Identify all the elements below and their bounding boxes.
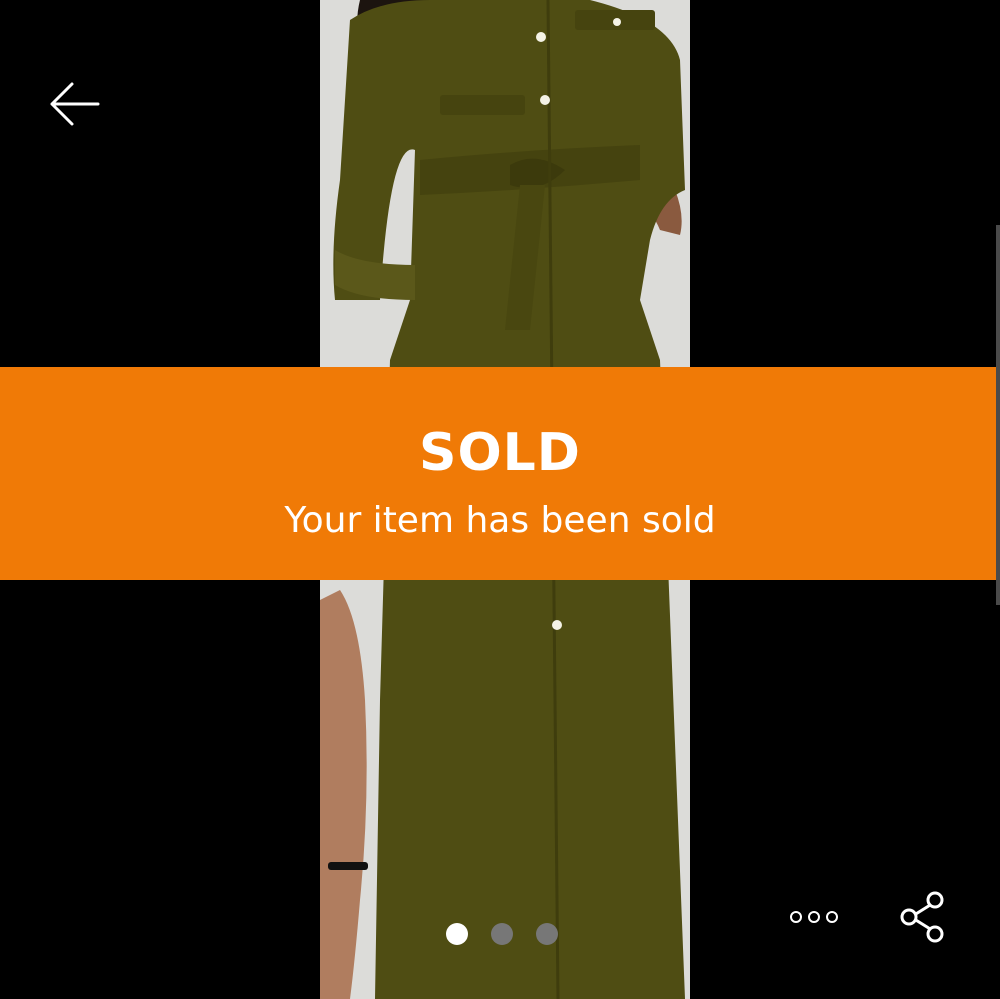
sold-banner: SOLD Your item has been sold <box>0 367 1000 580</box>
sold-subtitle: Your item has been sold <box>284 500 716 541</box>
share-icon <box>900 891 944 943</box>
more-horizontal-icon <box>790 911 838 923</box>
scroll-indicator <box>996 225 1000 605</box>
arrow-left-icon <box>50 82 100 126</box>
more-options-button[interactable] <box>786 905 842 929</box>
page-dot-3[interactable] <box>536 923 558 945</box>
page-dot-1[interactable] <box>446 923 468 945</box>
back-button[interactable] <box>44 76 104 132</box>
share-button[interactable] <box>896 890 950 944</box>
gallery-pagination <box>446 923 558 945</box>
page-dot-2[interactable] <box>491 923 513 945</box>
sold-title: SOLD <box>419 423 581 483</box>
